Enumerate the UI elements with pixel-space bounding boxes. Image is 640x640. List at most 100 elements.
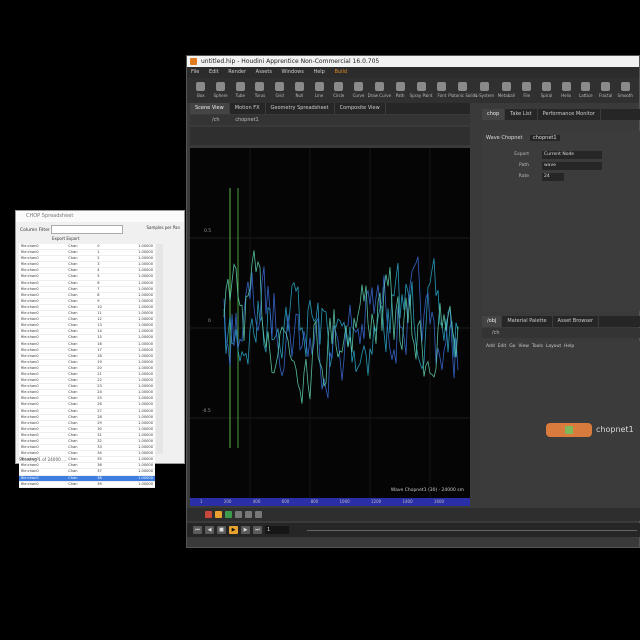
net-menu-tools[interactable]: Tools <box>532 344 543 349</box>
shelf-tool-draw-curve[interactable]: Draw Curve <box>368 80 391 101</box>
channel-button[interactable] <box>225 511 232 518</box>
shelf-tool-file[interactable]: File <box>519 80 535 101</box>
node-label: chopnet1 <box>596 425 634 434</box>
net-menu-layout[interactable]: Layout <box>546 344 561 349</box>
shelf-tool-label: Lattice <box>579 93 593 98</box>
menu-file[interactable]: File <box>191 69 199 75</box>
network-editor[interactable]: Add Edit Go View Tools Layout Help chopn… <box>482 341 640 519</box>
timeline-slider[interactable] <box>307 526 637 534</box>
tab-motion-fx[interactable]: Motion FX <box>230 103 266 114</box>
net-menu-help[interactable]: Help <box>564 344 574 349</box>
column-filter-input[interactable] <box>51 225 124 234</box>
menu-help[interactable]: Help <box>313 69 324 75</box>
menu-edit[interactable]: Edit <box>209 69 219 75</box>
param-path-field[interactable]: wave <box>542 162 602 170</box>
viewer-toolbar <box>190 127 470 145</box>
shelf-tool-spiral[interactable]: Spiral <box>539 80 555 101</box>
shelf-tool-null[interactable]: Null <box>292 80 308 101</box>
shelf-toolbar: Box Sphere Tube Torus Grid Null Line Circle Curv… <box>187 78 639 103</box>
shelf-tool-curve[interactable]: Curve <box>351 80 367 101</box>
shelf-tool-icon <box>458 82 468 91</box>
shelf-tool-icon <box>501 82 511 91</box>
jump-start-button[interactable]: ⏮ <box>193 526 202 534</box>
net-menu-view[interactable]: View <box>518 344 529 349</box>
tab-chop[interactable]: chop <box>482 109 506 120</box>
shelf-tool-helix[interactable]: Helix <box>558 80 574 101</box>
shelf-tool-icon <box>480 82 490 91</box>
shelf-tool-icon <box>294 82 304 91</box>
shelf-tool-lattice[interactable]: Lattice <box>578 80 594 101</box>
y-label-mid: 0 <box>208 319 211 324</box>
shelf-tool-sphere[interactable]: Sphere <box>213 80 229 101</box>
network-menubar: Add Edit Go View Tools Layout Help <box>486 344 574 349</box>
option-button[interactable] <box>245 511 252 518</box>
desktop-selector[interactable]: Build <box>334 69 347 75</box>
shelf-tool-tube[interactable]: Tube <box>232 80 248 101</box>
tab-geometry-spreadsheet[interactable]: Geometry Spreadsheet <box>266 103 335 114</box>
param-rate: Rate 24 <box>482 173 640 182</box>
option-button[interactable] <box>235 511 242 518</box>
param-rate-field[interactable]: 24 <box>542 173 564 181</box>
tab-obj[interactable]: /obj <box>482 316 503 327</box>
option-button[interactable] <box>255 511 262 518</box>
tab-performance-monitor[interactable]: Performance Monitor <box>538 109 601 120</box>
y-label-bottom: -0.5 <box>202 409 211 414</box>
viewer-path[interactable]: /ch <box>212 117 220 123</box>
chop-viewer[interactable]: 0.5 0 -0.5 Wave Chopnet1 (30) · 24000 sm <box>190 148 470 498</box>
shelf-tool-metaball[interactable]: Metaball <box>498 80 515 101</box>
shelf-tool-path[interactable]: Path <box>392 80 408 101</box>
shelf-tool-label: File <box>523 93 531 98</box>
step-forward-button[interactable]: ▶ <box>241 526 250 534</box>
shelf-tool-fractal[interactable]: Fractal <box>598 80 614 101</box>
shelf-tool-line[interactable]: Line <box>311 80 327 101</box>
shelf-tool-icon <box>275 82 285 91</box>
shelf-tool-smooth[interactable]: Smooth <box>617 80 633 101</box>
export-checkbox[interactable]: Export Export <box>52 236 79 241</box>
tab-material-palette[interactable]: Material Palette <box>502 316 553 327</box>
step-back-button[interactable]: ◀ <box>205 526 214 534</box>
shelf-tool-spray-paint[interactable]: Spray Paint <box>410 80 432 101</box>
tab-asset-browser[interactable]: Asset Browser <box>553 316 600 327</box>
current-frame-field[interactable]: 1 <box>265 526 289 534</box>
shelf-tool-l-system[interactable]: L-System <box>475 80 494 101</box>
param-export-field[interactable]: Current Node <box>542 151 602 159</box>
chop-time-ruler[interactable]: 1 200 400 600 800 1000 1200 1400 1600 <box>190 498 470 506</box>
play-button[interactable]: ▶ <box>229 526 238 534</box>
menu-render[interactable]: Render <box>228 69 246 75</box>
tab-scene-view[interactable]: Scene View <box>190 103 230 114</box>
chopnet-node[interactable] <box>546 423 592 437</box>
menu-assets[interactable]: Assets <box>256 69 272 75</box>
network-path[interactable]: /ch <box>492 330 500 336</box>
shelf-tool-label: Font <box>437 93 447 98</box>
node-name-field[interactable]: chopnet1 <box>530 135 560 141</box>
tick-label: 400 <box>252 499 261 504</box>
shelf-tool-label: Tube <box>235 93 245 98</box>
net-menu-go[interactable]: Go <box>509 344 515 349</box>
shelf-tool-torus[interactable]: Torus <box>252 80 268 101</box>
shelf-tool-icon <box>620 82 630 91</box>
key-button[interactable] <box>215 511 222 518</box>
shelf-tool-platonic-solids[interactable]: Platonic Solids <box>448 80 477 101</box>
net-menu-edit[interactable]: Edit <box>498 344 507 349</box>
vertical-scrollbar[interactable] <box>156 244 163 454</box>
tick-label: 200 <box>223 499 232 504</box>
shelf-tool-grid[interactable]: Grid <box>272 80 288 101</box>
shelf-tool-box[interactable]: Box <box>193 80 209 101</box>
shelf-tool-label: Torus <box>254 93 266 98</box>
table-row[interactable]: file:chan0 Chan 39 1.00000 <box>19 481 155 488</box>
shelf-tool-circle[interactable]: Circle <box>331 80 347 101</box>
record-button[interactable] <box>205 511 212 518</box>
column-filter-label: Column Filter <box>20 228 50 233</box>
tab-composite-view[interactable]: Composite View <box>335 103 386 114</box>
node-type-label: Wave Chopnet <box>486 135 523 141</box>
jump-end-button[interactable]: ⏭ <box>253 526 262 534</box>
display-flag-icon[interactable] <box>565 426 573 434</box>
menu-windows[interactable]: Windows <box>282 69 304 75</box>
stop-button[interactable]: ■ <box>217 526 226 534</box>
shelf-tool-label: Circle <box>333 93 345 98</box>
tab-take-list[interactable]: Take List <box>505 109 538 120</box>
shelf-tool-label: Spiral <box>540 93 553 98</box>
viewer-node[interactable]: chopnet1 <box>235 117 259 123</box>
net-menu-add[interactable]: Add <box>486 344 495 349</box>
table-cell: Chan <box>66 481 96 488</box>
